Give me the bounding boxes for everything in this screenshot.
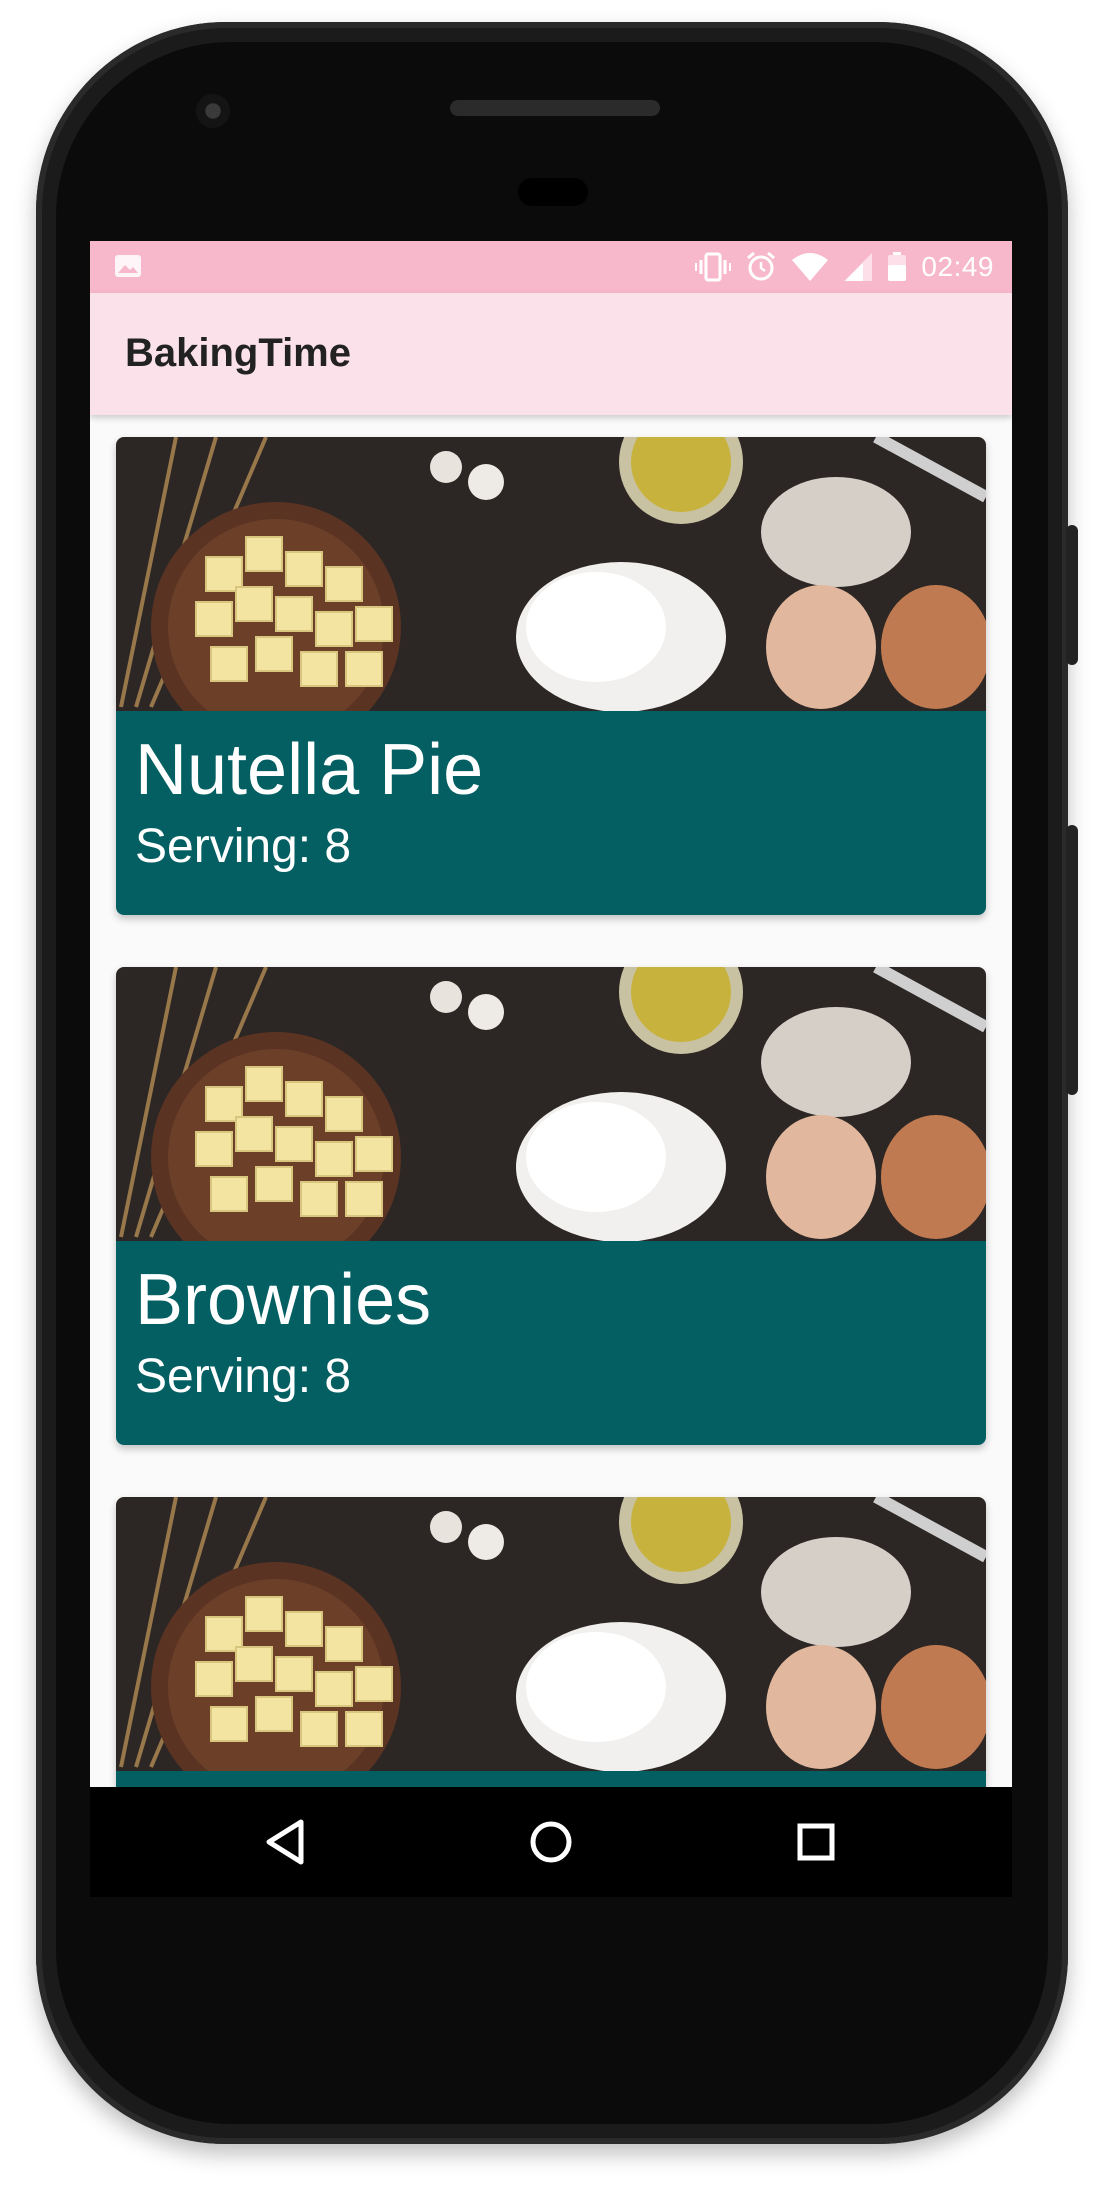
- volume-button: [1066, 825, 1078, 1095]
- recipe-name: Brownies: [135, 1260, 432, 1340]
- navigation-bar: [90, 1787, 1012, 1897]
- proximity-sensor: [518, 178, 588, 206]
- status-icons: 02:49: [695, 249, 994, 285]
- battery-icon: [888, 252, 907, 281]
- power-button: [1066, 525, 1078, 665]
- baking-ingredients-image: [116, 437, 986, 711]
- recipe-card-footer: [116, 1771, 986, 1787]
- screen: 02:49 BakingTime Nutella Pie Serving: 8 …: [90, 241, 1012, 1787]
- recipe-list[interactable]: Nutella Pie Serving: 8 Brownies Serving:…: [90, 415, 1012, 1787]
- cell-signal-icon: [844, 253, 873, 281]
- alarm-icon: [747, 251, 776, 281]
- recipe-card[interactable]: [116, 1497, 986, 1787]
- app-bar: BakingTime: [90, 293, 1012, 415]
- image-notification-icon: [115, 255, 141, 277]
- baking-ingredients-image: [116, 967, 986, 1241]
- back-icon[interactable]: [255, 1810, 319, 1874]
- status-time: 02:49: [921, 251, 994, 282]
- home-icon[interactable]: [519, 1810, 583, 1874]
- recipe-serving: Serving: 8: [135, 1350, 352, 1403]
- front-camera: [196, 94, 230, 128]
- baking-ingredients-image: [116, 1497, 986, 1771]
- wifi-icon: [792, 253, 829, 281]
- recipe-serving: Serving: 8: [135, 820, 352, 873]
- vibrate-icon: [695, 252, 732, 282]
- app-title: BakingTime: [125, 331, 351, 375]
- recipe-card[interactable]: Brownies Serving: 8: [116, 967, 986, 1445]
- recipe-card-footer: Nutella Pie Serving: 8: [116, 711, 986, 915]
- earpiece-speaker: [450, 100, 660, 116]
- recipe-name: Nutella Pie: [135, 730, 484, 810]
- recipe-card-footer: Brownies Serving: 8: [116, 1241, 986, 1445]
- recents-icon[interactable]: [784, 1810, 848, 1874]
- status-bar: 02:49: [90, 241, 1012, 293]
- recipe-card[interactable]: Nutella Pie Serving: 8: [116, 437, 986, 915]
